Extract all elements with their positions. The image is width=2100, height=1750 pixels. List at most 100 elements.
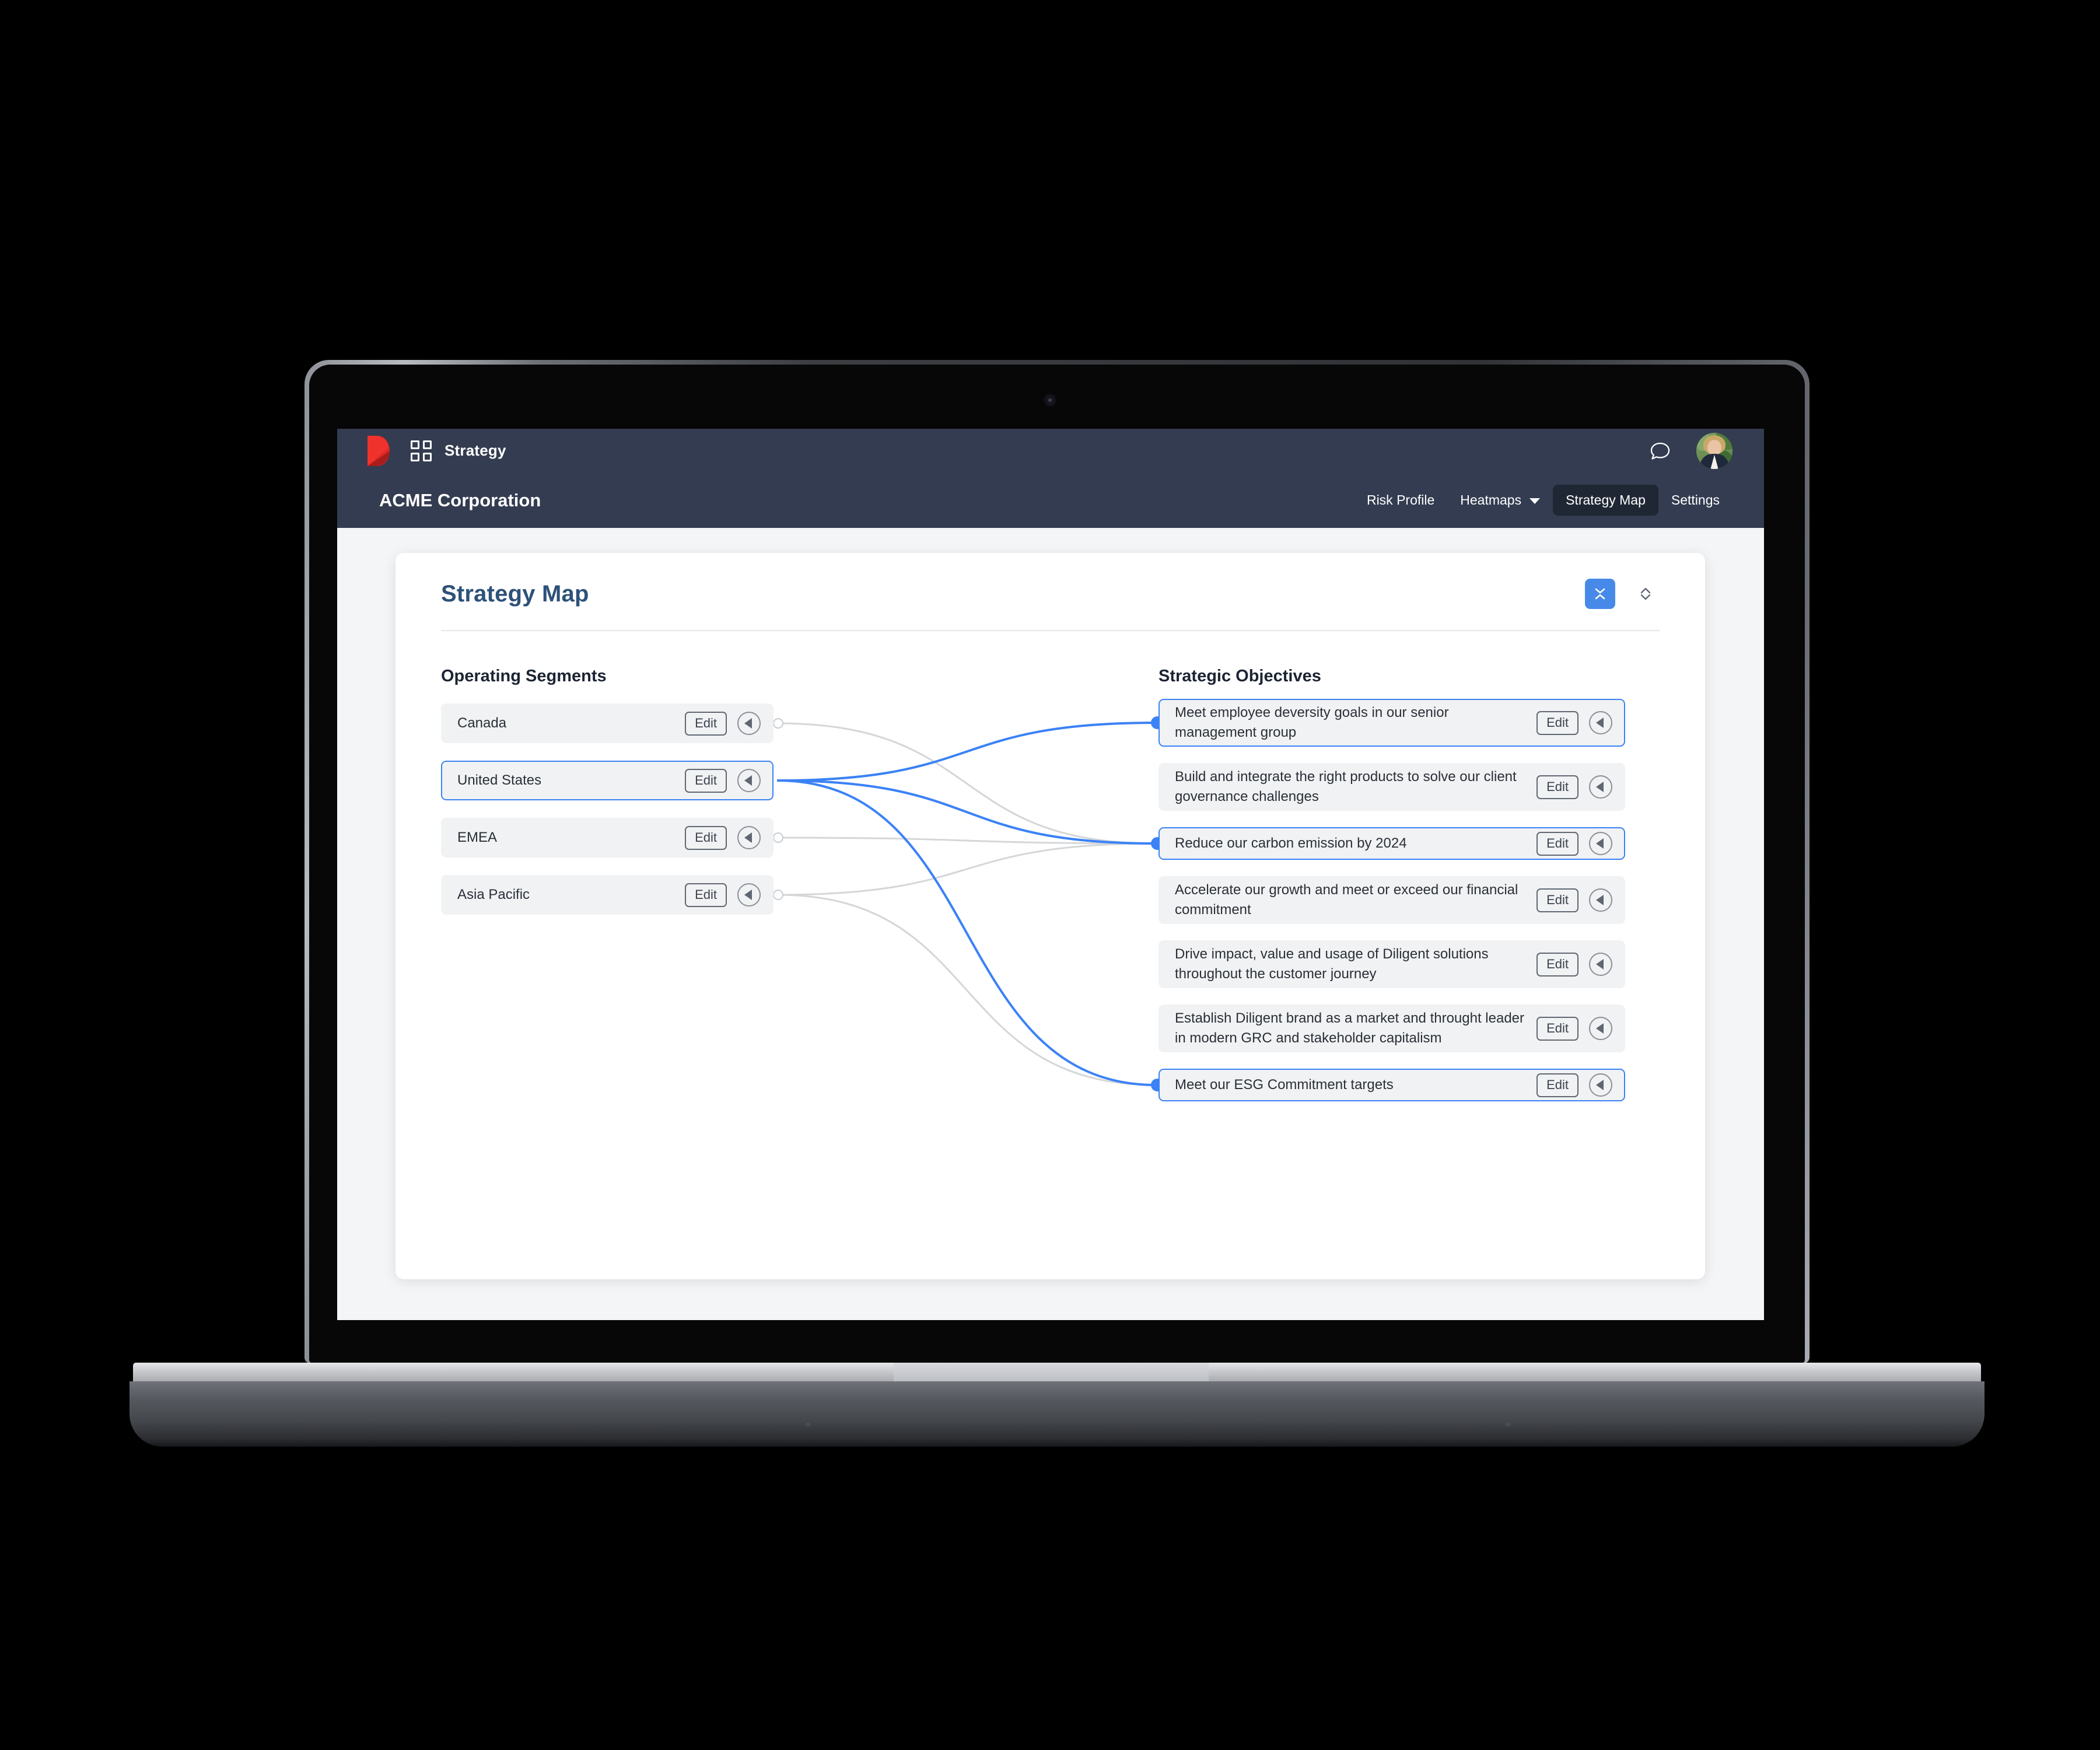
- play-left-icon[interactable]: [1589, 953, 1612, 976]
- link-endpoint-dot: [773, 832, 783, 843]
- node-label: United States: [457, 772, 542, 788]
- triangle-glyph: [1596, 959, 1604, 970]
- product-name: Strategy: [444, 442, 506, 459]
- screen-viewport: Strategy ACME Corporation Risk Profile H…: [337, 429, 1764, 1320]
- link-endpoint-dot: [773, 890, 783, 900]
- segment-canada[interactable]: Canada Edit: [441, 704, 774, 743]
- edit-button[interactable]: Edit: [685, 768, 727, 793]
- link-endpoint-dot: [773, 718, 783, 729]
- play-left-icon[interactable]: [1589, 832, 1612, 855]
- objective-accelerate-our-growth-and-meet-or-exceed[interactable]: Accelerate our growth and meet or exceed…: [1158, 876, 1625, 924]
- edit-button[interactable]: Edit: [1536, 1016, 1578, 1041]
- edit-button[interactable]: Edit: [685, 711, 727, 736]
- nav-item-strategy-map[interactable]: Strategy Map: [1553, 485, 1658, 516]
- node-label: Canada: [457, 715, 507, 731]
- laptop-mockup: Strategy ACME Corporation Risk Profile H…: [0, 0, 2100, 1750]
- grid-cell: [423, 440, 432, 449]
- org-name: ACME Corporation: [379, 489, 541, 510]
- objective-drive-impact-value-and-usage-of-diligent[interactable]: Drive impact, value and usage of Diligen…: [1158, 940, 1625, 988]
- edit-button[interactable]: Edit: [1536, 888, 1578, 912]
- play-left-icon[interactable]: [1589, 711, 1612, 734]
- play-left-icon[interactable]: [1589, 888, 1612, 912]
- connector-line: [776, 836, 1157, 845]
- objective-meet-employee-deversity-goals-in-our-sen[interactable]: Meet employee deversity goals in our sen…: [1158, 699, 1625, 747]
- edit-button[interactable]: Edit: [1536, 831, 1578, 856]
- chat-bubble-icon[interactable]: [1650, 440, 1671, 461]
- avatar-face: [1707, 439, 1721, 456]
- org-bar: ACME Corporation Risk Profile Heatmaps S…: [337, 473, 1764, 528]
- node-label: Meet our ESG Commitment targets: [1175, 1076, 1394, 1093]
- objective-meet-our-esg-commitment-targets[interactable]: Meet our ESG Commitment targets Edit: [1158, 1069, 1625, 1101]
- edit-button[interactable]: Edit: [1536, 952, 1578, 977]
- diligent-logo-icon[interactable]: [368, 435, 390, 466]
- play-left-icon[interactable]: [737, 712, 761, 735]
- grid-cell: [423, 452, 432, 461]
- grid-cell: [411, 452, 419, 461]
- main-nav: Risk Profile Heatmaps Strategy Map Setti…: [1354, 485, 1732, 516]
- grid-apps-icon[interactable]: [411, 440, 432, 461]
- chevron-down-icon: [1530, 498, 1541, 504]
- node-label: Asia Pacific: [457, 886, 530, 902]
- nav-label: Risk Profile: [1366, 492, 1435, 508]
- segment-united-states[interactable]: United States Edit: [441, 761, 774, 800]
- nav-item-settings[interactable]: Settings: [1658, 485, 1732, 516]
- play-left-icon[interactable]: [1589, 1017, 1612, 1040]
- edit-button[interactable]: Edit: [685, 883, 727, 907]
- webcam-icon: [1046, 396, 1054, 404]
- segment-emea[interactable]: EMEA Edit: [441, 818, 774, 858]
- node-label: Accelerate our growth and meet or exceed…: [1175, 881, 1518, 918]
- expand-vertical-icon[interactable]: [1630, 579, 1661, 609]
- triangle-glyph: [1596, 1080, 1604, 1090]
- node-label: Drive impact, value and usage of Diligen…: [1175, 946, 1489, 982]
- edit-button[interactable]: Edit: [1536, 710, 1578, 735]
- nav-item-heatmaps[interactable]: Heatmaps: [1447, 485, 1553, 516]
- connector-line: [776, 779, 1157, 1086]
- play-left-icon[interactable]: [737, 826, 761, 849]
- triangle-glyph: [1596, 782, 1604, 792]
- node-label: Establish Diligent brand as a market and…: [1175, 1010, 1525, 1046]
- play-left-icon[interactable]: [737, 883, 761, 907]
- triangle-glyph: [1596, 1023, 1604, 1034]
- node-label: EMEA: [457, 829, 498, 845]
- objective-build-and-integrate-the-right-products-t[interactable]: Build and integrate the right products t…: [1158, 763, 1625, 811]
- node-label: Meet employee deversity goals in our sen…: [1175, 704, 1449, 740]
- operating-segments-heading: Operating Segments: [441, 667, 607, 685]
- edit-button[interactable]: Edit: [685, 825, 727, 850]
- laptop-foot-right: [1505, 1422, 1511, 1426]
- strategy-map-card: Strategy Map Operating Segments Strategi…: [396, 553, 1705, 1279]
- header-divider: [441, 630, 1660, 631]
- edit-button[interactable]: Edit: [1536, 1073, 1578, 1097]
- objective-establish-diligent-brand-as-a-market-and[interactable]: Establish Diligent brand as a market and…: [1158, 1005, 1625, 1052]
- nav-item-risk-profile[interactable]: Risk Profile: [1354, 485, 1447, 516]
- card-actions: [1585, 579, 1661, 609]
- connector-line: [776, 894, 1157, 1086]
- node-label: Reduce our carbon emission by 2024: [1175, 835, 1407, 851]
- nav-label: Heatmaps: [1460, 492, 1522, 508]
- user-avatar[interactable]: [1696, 432, 1732, 469]
- connector-line: [776, 842, 1157, 896]
- connector-line: [776, 722, 1157, 782]
- laptop-foot-left: [805, 1422, 811, 1426]
- collapse-vertical-icon[interactable]: [1585, 579, 1615, 609]
- triangle-glyph: [1596, 718, 1604, 728]
- laptop-base-body: [130, 1381, 1985, 1447]
- triangle-glyph: [744, 832, 752, 843]
- card-header: Strategy Map: [396, 553, 1705, 635]
- triangle-glyph: [1596, 895, 1604, 905]
- edit-button[interactable]: Edit: [1536, 775, 1578, 799]
- node-label: Build and integrate the right products t…: [1175, 768, 1517, 804]
- play-left-icon[interactable]: [1589, 1073, 1612, 1097]
- triangle-glyph: [744, 775, 752, 786]
- triangle-glyph: [1596, 838, 1604, 849]
- top-bar: Strategy: [337, 429, 1764, 473]
- play-left-icon[interactable]: [1589, 775, 1612, 799]
- nav-label: Strategy Map: [1566, 492, 1646, 508]
- objective-reduce-our-carbon-emission-by-2024[interactable]: Reduce our carbon emission by 2024 Edit: [1158, 827, 1625, 860]
- strategic-objectives-heading: Strategic Objectives: [1158, 667, 1321, 685]
- segment-asia-pacific[interactable]: Asia Pacific Edit: [441, 875, 774, 915]
- connector-line: [776, 722, 1157, 845]
- play-left-icon[interactable]: [737, 769, 761, 792]
- top-bar-actions: [1650, 432, 1732, 469]
- triangle-glyph: [744, 890, 752, 900]
- page-title: Strategy Map: [441, 581, 589, 607]
